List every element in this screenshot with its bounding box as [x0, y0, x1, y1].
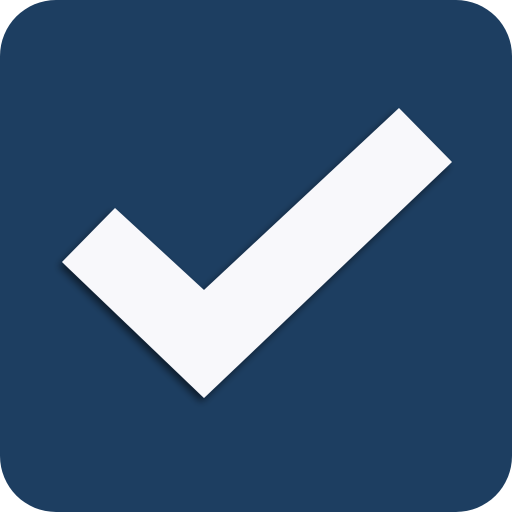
- checked-checkbox[interactable]: [0, 0, 512, 512]
- checkbox-graphic: [0, 0, 512, 512]
